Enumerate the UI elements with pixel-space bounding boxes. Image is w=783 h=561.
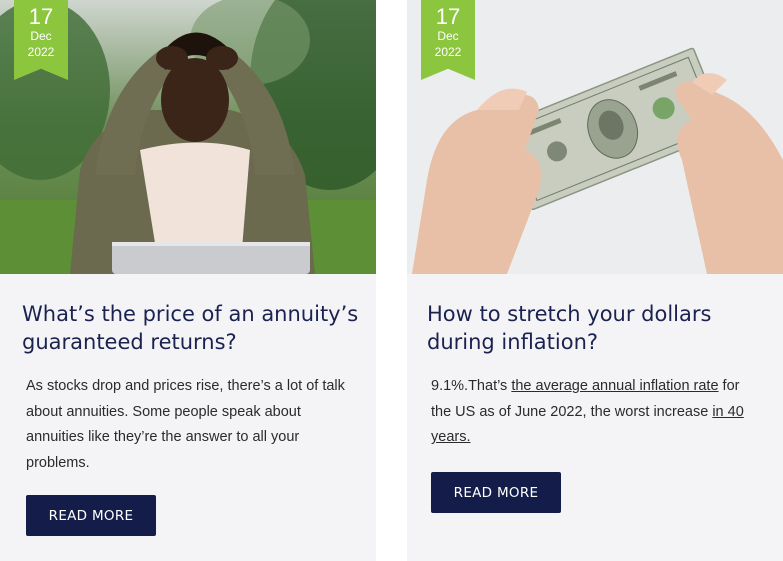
date-ribbon: 17 Dec 2022 [14,0,68,80]
read-more-button[interactable]: READ MORE [431,472,561,513]
date-month: Dec [30,29,52,43]
article-card: 17 Dec 2022 What’s the price of an annui… [0,0,376,561]
article-excerpt: 9.1%.That’s the average annual inflation… [431,374,761,451]
article-image[interactable]: 17 Dec 2022 [407,0,783,274]
article-title[interactable]: What’s the price of an annuity’s guarant… [22,300,362,356]
date-year: 2022 [434,45,462,59]
read-more-button[interactable]: READ MORE [26,495,156,536]
article-title[interactable]: How to stretch your dollars during infla… [427,300,767,356]
inflation-rate-link[interactable]: the average annual inflation rate [511,378,718,394]
date-year: 2022 [27,45,55,59]
excerpt-text: 9.1%.That’s [431,378,512,394]
article-card: 17 Dec 2022 How to stretch your dollars … [407,0,783,561]
article-excerpt: As stocks drop and prices rise, there’s … [26,378,345,471]
date-day: 17 [28,4,54,29]
date-month: Dec [437,29,459,43]
article-image[interactable]: 17 Dec 2022 [0,0,376,274]
blog-card-grid: 17 Dec 2022 What’s the price of an annui… [0,0,783,561]
date-day: 17 [435,4,461,29]
date-ribbon: 17 Dec 2022 [421,0,475,80]
